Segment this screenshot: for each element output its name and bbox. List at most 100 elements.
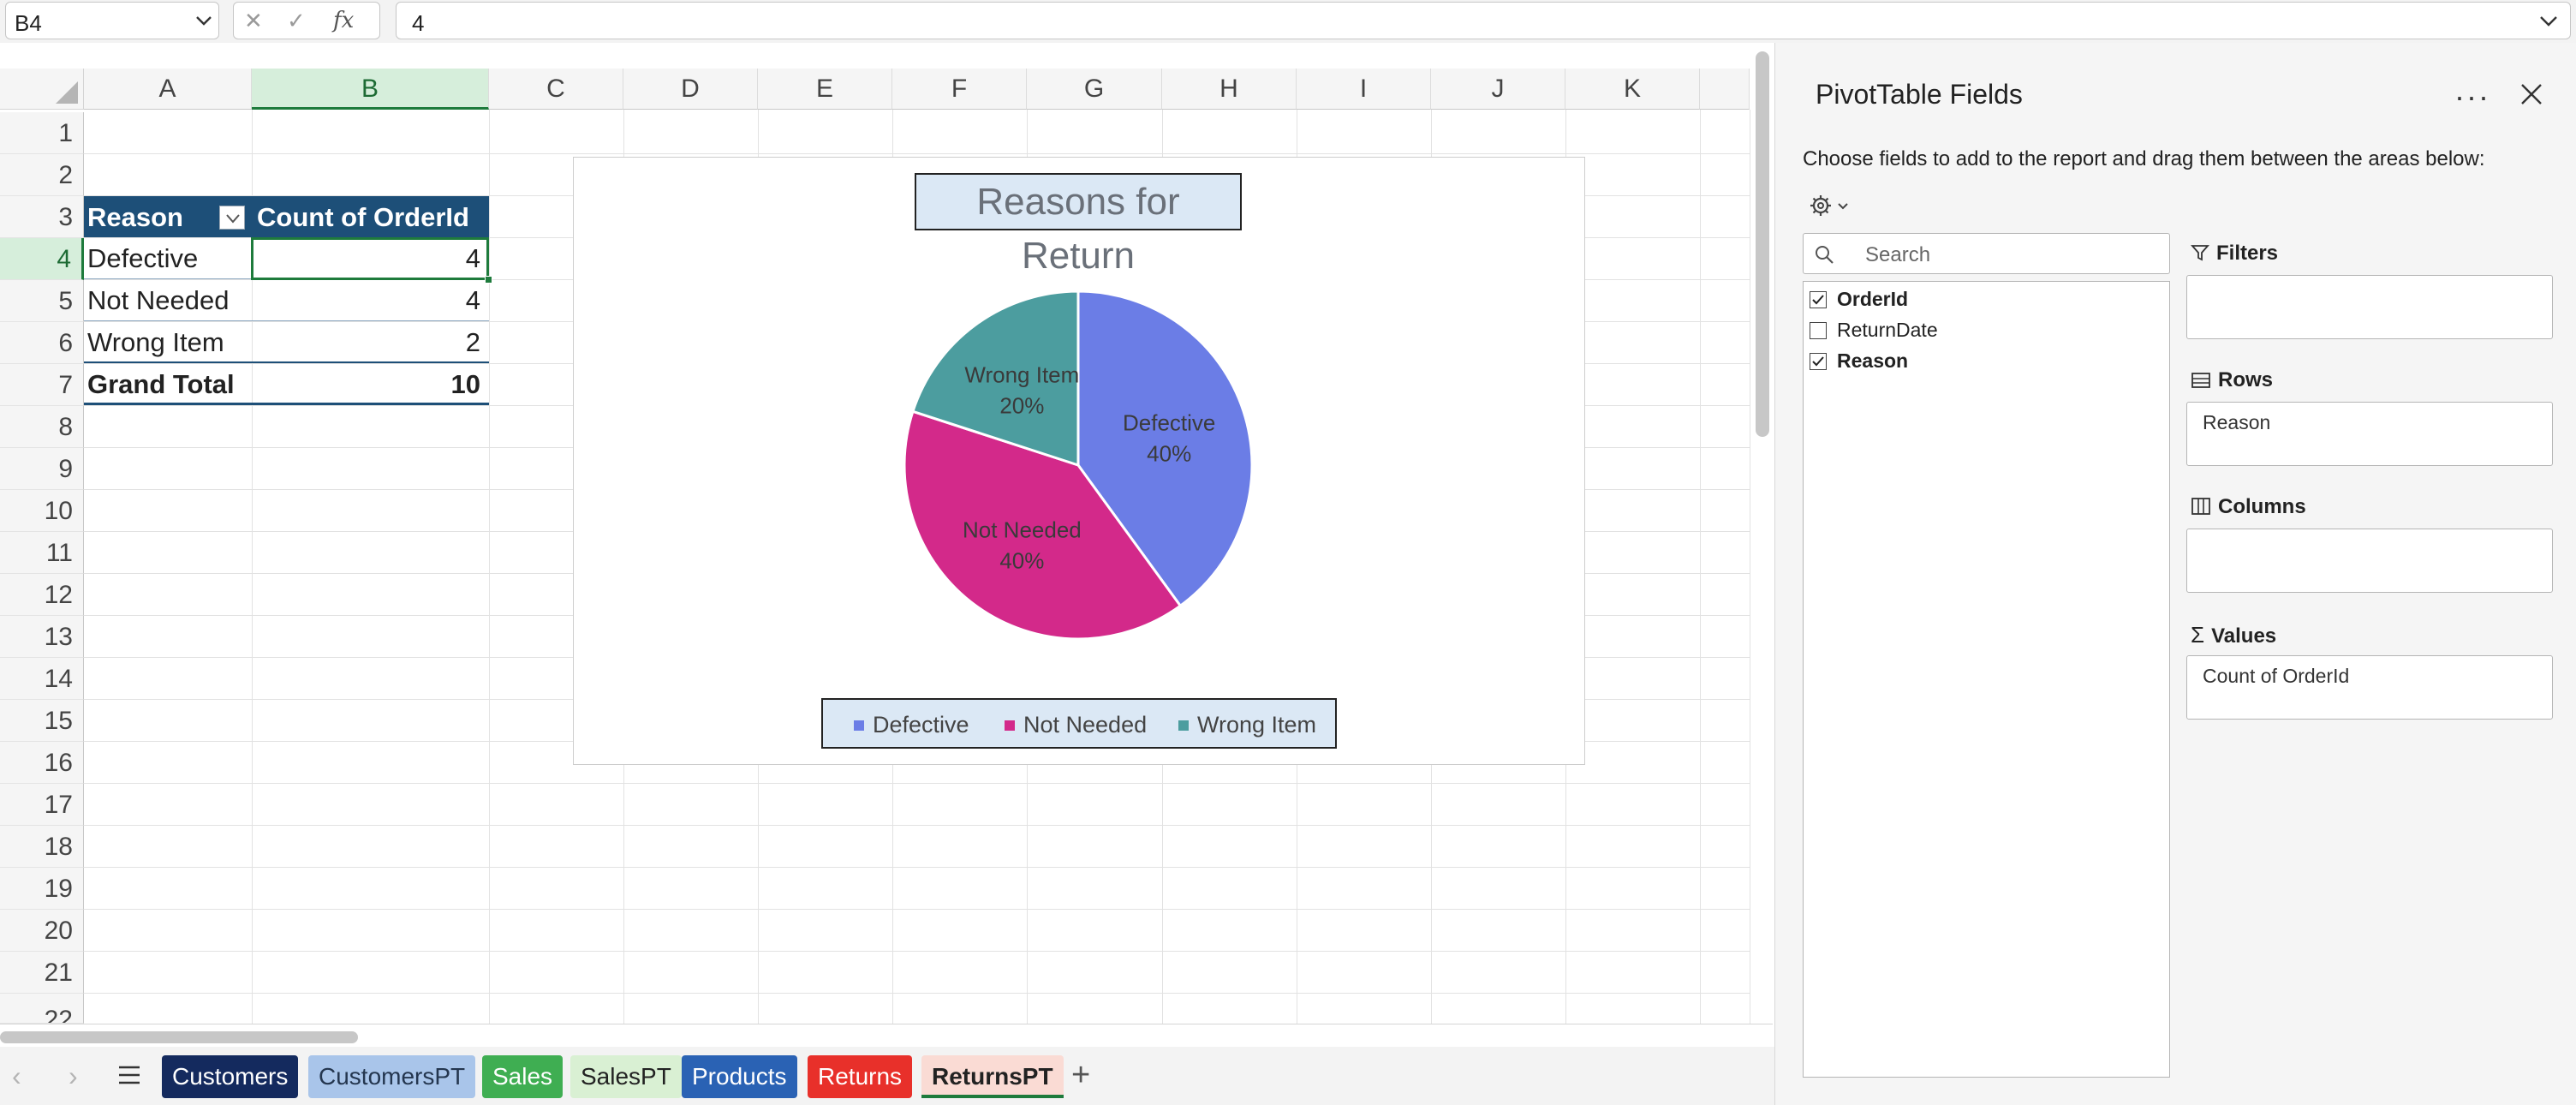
values-area-item[interactable]: Count of OrderId <box>2203 665 2349 688</box>
horizontal-scrollbar[interactable] <box>0 1031 358 1043</box>
legend-swatch <box>1178 720 1189 731</box>
column-header-e[interactable]: E <box>758 69 892 110</box>
sheet-tab-customers[interactable]: Customers <box>162 1055 299 1098</box>
sheet-tab-customerspt[interactable]: CustomersPT <box>308 1055 476 1098</box>
checkbox-unchecked-icon[interactable] <box>1810 322 1827 339</box>
row-header-11[interactable]: 11 <box>0 532 84 574</box>
chart-title[interactable]: Reasons for Return <box>915 173 1242 277</box>
legend-label: Wrong Item <box>1197 712 1317 738</box>
column-header-l[interactable] <box>1700 69 1750 110</box>
field-returndate[interactable]: ReturnDate <box>1810 319 1938 342</box>
field-search-input[interactable]: Search <box>1803 233 2170 274</box>
legend-swatch <box>1005 720 1015 731</box>
next-sheet-icon[interactable]: › <box>69 1060 78 1092</box>
pivot-grand-total-label[interactable]: Grand Total <box>84 363 252 405</box>
sheet-tab-returns[interactable]: Returns <box>808 1055 913 1098</box>
columns-icon <box>2191 498 2210 515</box>
column-header-h[interactable]: H <box>1162 69 1297 110</box>
rows-icon <box>2191 373 2210 388</box>
row-header-10[interactable]: 10 <box>0 490 84 532</box>
row-header-21[interactable]: 21 <box>0 952 84 994</box>
row-header-16[interactable]: 16 <box>0 742 84 784</box>
row-header-9[interactable]: 9 <box>0 448 84 490</box>
pivot-filter-button[interactable] <box>219 206 245 230</box>
row-header-8[interactable]: 8 <box>0 406 84 448</box>
column-header-k[interactable]: K <box>1565 69 1700 110</box>
sheet-tab-returnspt[interactable]: ReturnsPT <box>921 1055 1064 1098</box>
row-header-22[interactable]: 22 <box>0 994 84 1024</box>
row-header-1[interactable]: 1 <box>0 112 84 154</box>
field-list <box>1803 281 2170 1078</box>
gear-icon <box>1810 195 1848 216</box>
pivot-row-label[interactable]: Not Needed <box>84 279 252 321</box>
close-icon[interactable] <box>2519 82 2543 110</box>
checkbox-checked-icon[interactable] <box>1810 353 1827 370</box>
all-sheets-menu-icon[interactable] <box>116 1064 142 1090</box>
columns-area-label: Columns <box>2191 495 2306 519</box>
column-header-f[interactable]: F <box>892 69 1027 110</box>
row-header-12[interactable]: 12 <box>0 574 84 616</box>
add-sheet-icon[interactable]: + <box>1071 1057 1090 1094</box>
chevron-down-icon[interactable] <box>194 10 213 35</box>
sheet-tab-sales[interactable]: Sales <box>482 1055 564 1098</box>
row-header-19[interactable]: 19 <box>0 868 84 910</box>
checkbox-checked-icon[interactable] <box>1810 291 1827 308</box>
columns-drop-area[interactable] <box>2186 529 2553 593</box>
data-label-category: Wrong Item <box>964 362 1079 388</box>
sheet-tab-products[interactable]: Products <box>682 1055 797 1098</box>
rows-drop-area[interactable]: Reason <box>2186 402 2553 466</box>
column-header-a[interactable]: A <box>84 69 252 110</box>
column-header-b[interactable]: B <box>252 69 489 110</box>
vertical-scrollbar[interactable] <box>1756 51 1769 437</box>
pivot-row-label[interactable]: Defective <box>84 237 252 279</box>
column-header-d[interactable]: D <box>623 69 758 110</box>
data-label-percent: 40% <box>999 547 1044 573</box>
pivot-row-label[interactable]: Wrong Item <box>84 321 252 363</box>
legend-swatch <box>854 720 864 731</box>
sheet-tab-salespt[interactable]: SalesPT <box>570 1055 682 1098</box>
field-label: Reason <box>1837 349 1909 372</box>
pivot-row-value[interactable]: 4 <box>252 279 489 321</box>
enter-check-icon[interactable]: ✓ <box>287 8 306 34</box>
row-header-6[interactable]: 6 <box>0 322 84 364</box>
filters-area-label: Filters <box>2191 242 2278 266</box>
row-header-20[interactable]: 20 <box>0 910 84 952</box>
column-header-c[interactable]: C <box>489 69 623 110</box>
column-header-j[interactable]: J <box>1431 69 1565 110</box>
field-reason[interactable]: Reason <box>1810 349 1908 373</box>
row-header-18[interactable]: 18 <box>0 826 84 868</box>
expand-formula-icon[interactable] <box>2537 10 2560 35</box>
row-header-15[interactable]: 15 <box>0 700 84 742</box>
row-header-14[interactable]: 14 <box>0 658 84 700</box>
values-drop-area[interactable]: Count of OrderId <box>2186 655 2553 720</box>
filters-drop-area[interactable] <box>2186 275 2553 339</box>
fill-handle[interactable] <box>485 276 492 284</box>
row-header-17[interactable]: 17 <box>0 784 84 826</box>
rows-area-item[interactable]: Reason <box>2203 411 2270 434</box>
cancel-icon[interactable]: ✕ <box>244 8 263 34</box>
column-header-i[interactable]: I <box>1297 69 1431 110</box>
data-label-percent: 20% <box>999 393 1044 419</box>
row-header-2[interactable]: 2 <box>0 154 84 196</box>
insert-function-icon[interactable]: fx <box>333 8 354 33</box>
row-header-5[interactable]: 5 <box>0 280 84 322</box>
row-header-3[interactable]: 3 <box>0 196 84 238</box>
pivot-header-count[interactable]: Count of OrderId <box>252 196 489 237</box>
data-label-percent: 40% <box>1147 440 1191 466</box>
field-settings-button[interactable] <box>1809 193 1853 224</box>
chart-legend[interactable]: Defective Not Needed Wrong Item <box>821 698 1337 749</box>
more-options-icon[interactable]: ··· <box>2454 79 2490 115</box>
previous-sheet-icon[interactable]: ‹ <box>12 1060 21 1092</box>
column-header-g[interactable]: G <box>1027 69 1162 110</box>
pivot-row-value[interactable]: 2 <box>252 321 489 363</box>
name-box-value: B4 <box>15 10 42 36</box>
select-all-corner[interactable] <box>0 69 84 110</box>
row-header-4[interactable]: 4 <box>0 238 84 280</box>
formula-bar: B4 ✕ ✓ fx 4 <box>0 0 2576 43</box>
row-header-13[interactable]: 13 <box>0 616 84 658</box>
pivot-grand-total-value[interactable]: 10 <box>252 363 489 405</box>
row-header-7[interactable]: 7 <box>0 364 84 406</box>
name-box[interactable]: B4 <box>5 2 219 39</box>
formula-input[interactable]: 4 <box>396 2 2571 39</box>
field-orderid[interactable]: OrderId <box>1810 288 1908 311</box>
